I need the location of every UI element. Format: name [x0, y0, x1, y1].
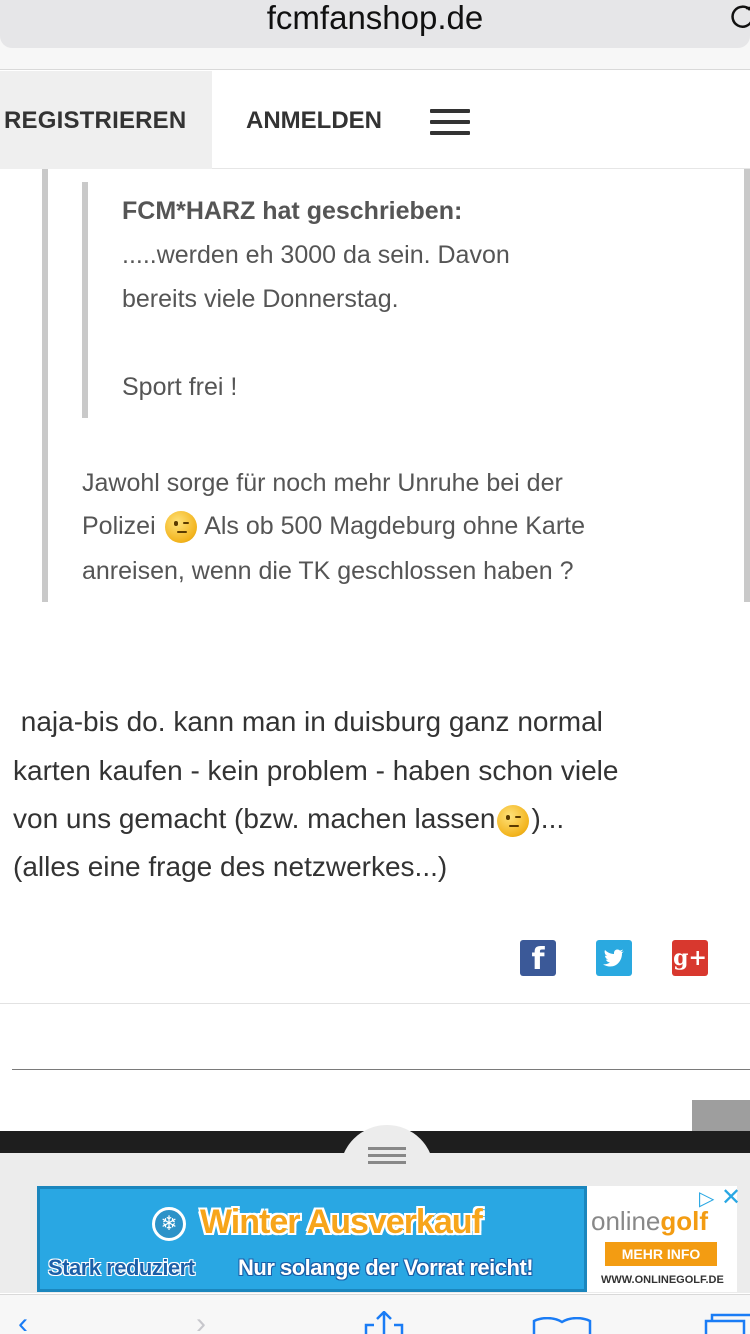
- browser-address-bar: fcmfanshop.de: [0, 0, 750, 70]
- wink-emoji-icon: [497, 804, 530, 837]
- divider: [12, 1069, 750, 1070]
- quote-line: bereits viele Donnerstag.: [122, 285, 399, 313]
- quote-reply-line: Polizei Als ob 500 Magdeburg ohne Karte: [82, 511, 586, 544]
- snowflake-icon: ❄: [152, 1207, 186, 1241]
- post-line: von uns gemacht (bzw. machen lassen)...: [13, 802, 564, 837]
- wink-emoji-icon: [164, 511, 197, 544]
- quote-bar: [42, 169, 48, 602]
- ad-brand-logo: onlinegolf: [591, 1206, 709, 1236]
- ad-main-area[interactable]: ❄ Winter Ausverkauf Stark reduziert Nur …: [37, 1186, 587, 1292]
- quote-reply-text: Polizei: [82, 512, 156, 540]
- googleplus-share-icon[interactable]: g+: [672, 940, 708, 976]
- browser-toolbar: ‹ ›: [0, 1294, 750, 1334]
- login-button[interactable]: ANMELDEN: [246, 107, 382, 135]
- ad-subtitle: Nur solange der Vorrat reicht!: [238, 1255, 534, 1280]
- menu-icon[interactable]: [430, 109, 470, 135]
- share-icon[interactable]: [362, 1311, 406, 1334]
- post-line: (alles eine frage des netzwerkes...): [13, 851, 448, 882]
- quote-author: FCM*HARZ hat geschrieben:: [122, 197, 463, 225]
- adchoices-icon[interactable]: ▷: [699, 1188, 721, 1210]
- reload-icon[interactable]: [728, 2, 750, 32]
- forward-icon[interactable]: ›: [196, 1309, 206, 1334]
- close-icon[interactable]: ✕: [721, 1186, 743, 1210]
- register-button[interactable]: REGISTRIEREN: [0, 71, 212, 169]
- quote-reply-text: Als ob 500 Magdeburg ohne Karte: [204, 512, 586, 540]
- back-icon[interactable]: ‹: [18, 1309, 28, 1334]
- ad-subtitle: Stark reduziert: [48, 1255, 195, 1280]
- ad-brand-area[interactable]: onlinegolf ▷ ✕ MEHR INFO WWW.ONLINEGOLF.…: [587, 1186, 741, 1292]
- ad-title: Winter Ausverkauf: [200, 1203, 483, 1241]
- twitter-share-icon[interactable]: [596, 940, 632, 976]
- advertisement-banner[interactable]: ❄ Winter Ausverkauf Stark reduziert Nur …: [37, 1186, 741, 1292]
- site-nav: REGISTRIEREN ANMELDEN: [0, 71, 750, 169]
- post-text: )...: [531, 803, 565, 834]
- post-line: karten kaufen - kein problem - haben sch…: [13, 755, 619, 786]
- scroll-to-top-button[interactable]: [692, 1100, 750, 1131]
- bookmarks-icon[interactable]: [532, 1317, 592, 1334]
- quote-reply-line: Jawohl sorge für noch mehr Unruhe bei de…: [82, 469, 563, 497]
- url-text[interactable]: fcmfanshop.de: [0, 0, 750, 36]
- facebook-share-icon[interactable]: f: [520, 940, 556, 977]
- nested-quote-bar: [82, 182, 88, 418]
- tabs-icon[interactable]: [704, 1313, 750, 1334]
- quote-line: .....werden eh 3000 da sein. Davon: [122, 241, 510, 269]
- quote-line: Sport frei !: [122, 373, 238, 401]
- ad-cta-button[interactable]: MEHR INFO: [605, 1242, 717, 1266]
- post-line: naja-bis do. kann man in duisburg ganz n…: [13, 706, 603, 737]
- quote-reply-line: anreisen, wenn die TK geschlossen haben …: [82, 557, 574, 585]
- post-text: von uns gemacht (bzw. machen lassen: [13, 803, 496, 834]
- url-field[interactable]: fcmfanshop.de: [0, 0, 750, 48]
- register-label: REGISTRIEREN: [4, 107, 187, 134]
- ad-url: WWW.ONLINEGOLF.DE: [601, 1274, 724, 1286]
- divider: [0, 1003, 750, 1004]
- content-border: [744, 169, 750, 602]
